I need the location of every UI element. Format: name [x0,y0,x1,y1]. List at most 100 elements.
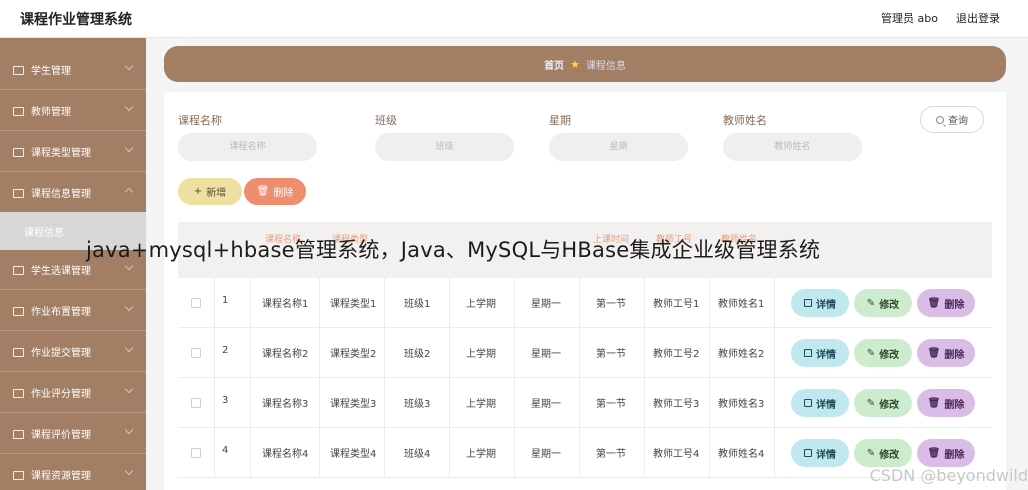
class-filter-label: 班级 [375,114,397,127]
column-divider [709,428,710,478]
logout-link[interactable]: 退出登录 [956,10,1000,26]
teacher-id-cell: 教师工号4 [653,449,700,460]
column-divider [250,428,251,478]
detail-button[interactable]: 详情 [791,289,849,317]
semester-cell: 上学期 [466,299,496,310]
query-button[interactable]: 查询 [920,106,984,133]
edit-button[interactable]: ✎ 修改 [854,289,912,317]
admin-user-label[interactable]: 管理员 abo [881,10,938,26]
teacher-name-cell: 教师姓名2 [718,349,765,360]
class-period-cell: 第一节 [596,299,626,310]
flag-icon [12,387,24,399]
edit-button-label: 修改 [879,449,900,461]
row-checkbox[interactable] [191,448,201,458]
column-divider [319,428,320,478]
weekday-cell: 星期一 [531,349,561,360]
weekday-cell: 星期一 [531,299,561,310]
batch-delete-button[interactable]: 🗑 删除 [244,178,306,205]
class-cell: 班级2 [404,349,431,360]
weekday-filter-label: 星期 [549,114,571,127]
teacher-icon [12,105,24,117]
row-checkbox[interactable] [191,348,201,358]
detail-button[interactable]: 详情 [791,339,849,367]
sidebar-item-resources[interactable]: 课程资源管理 [0,455,146,490]
course-name-cell: 课程名称2 [262,349,309,360]
sidebar-item-submissions[interactable]: 作业提交管理 [0,332,146,372]
row-index: 2 [222,345,229,356]
add-button[interactable]: + 新增 [178,178,242,205]
class-input[interactable] [375,133,514,161]
row-checkbox[interactable] [191,398,201,408]
trash-icon: 🗑 [927,297,941,309]
column-divider [384,378,385,428]
clock-icon [12,305,24,317]
detail-button-label: 详情 [816,299,836,311]
sidebar-item-label: 教师管理 [31,107,71,118]
course-type-cell: 课程类型1 [330,299,377,310]
table-row: 3 课程名称3 课程类型3 班级3 上学期 星期一 第一节 教师工号3 教师姓名… [178,378,992,428]
document-icon [804,299,812,307]
column-divider [250,278,251,328]
course-type-cell: 课程类型4 [330,449,377,460]
sidebar-item-course-info[interactable]: 课程信息管理 [0,173,146,213]
list-icon [12,146,24,158]
delete-button[interactable]: 🗑 删除 [917,389,975,417]
column-divider [250,328,251,378]
sidebar-item-label: 课程资源管理 [31,471,91,482]
chevron-down-icon [124,425,134,435]
weekday-cell: 星期一 [531,449,561,460]
teacher-id-cell: 教师工号3 [653,399,700,410]
teacher-name-input[interactable] [723,133,862,161]
column-divider [514,428,515,478]
info-icon [12,187,24,199]
sidebar-item-grading[interactable]: 作业评分管理 [0,373,146,413]
column-divider [514,278,515,328]
sidebar-item-students[interactable]: 学生管理 [0,50,146,90]
folder-icon [12,469,24,481]
sidebar-item-course-reviews[interactable]: 课程评价管理 [0,414,146,454]
sidebar-item-label: 学生管理 [31,66,71,77]
delete-button-label: 删除 [273,188,294,199]
breadcrumb-home[interactable]: 首页 [544,57,564,72]
column-divider [384,428,385,478]
detail-button[interactable]: 详情 [791,439,849,467]
detail-button-label: 详情 [816,449,836,461]
query-button-label: 查询 [948,116,968,127]
detail-button[interactable]: 详情 [791,389,849,417]
delete-button-label: 删除 [944,349,965,361]
edit-button[interactable]: ✎ 修改 [854,389,912,417]
teacher-name-cell: 教师姓名4 [718,449,765,460]
weekday-input[interactable] [549,133,688,161]
trash-icon: 🗑 [927,447,941,459]
class-period-cell: 第一节 [596,449,626,460]
sidebar-item-assignments[interactable]: 作业布置管理 [0,291,146,331]
chevron-up-icon [124,187,134,197]
main-content: 首页 ★ 课程信息 课程名称 班级 星期 教师姓名 查询 + 新增 🗑 删除 课… [146,38,1028,490]
course-name-cell: 课程名称3 [262,399,309,410]
column-divider [449,328,450,378]
column-divider [514,328,515,378]
document-icon [804,399,812,407]
column-divider [644,378,645,428]
course-name-input[interactable] [178,133,317,161]
column-divider [214,378,215,428]
delete-button[interactable]: 🗑 删除 [917,439,975,467]
row-checkbox[interactable] [191,298,201,308]
column-divider [384,328,385,378]
column-divider [774,378,775,428]
semester-cell: 上学期 [466,399,496,410]
delete-button[interactable]: 🗑 删除 [917,289,975,317]
delete-button-label: 删除 [944,399,965,411]
teacher-id-cell: 教师工号1 [653,299,700,310]
sidebar-item-teachers[interactable]: 教师管理 [0,91,146,131]
star-icon: ★ [570,57,580,71]
sidebar-item-course-types[interactable]: 课程类型管理 [0,132,146,172]
delete-button[interactable]: 🗑 删除 [917,339,975,367]
column-divider [214,428,215,478]
edit-button[interactable]: ✎ 修改 [854,339,912,367]
sidebar-item-label: 课程信息管理 [31,189,91,200]
user-icon [12,64,24,76]
edit-button[interactable]: ✎ 修改 [854,439,912,467]
row-index: 3 [222,395,229,406]
column-divider [214,328,215,378]
